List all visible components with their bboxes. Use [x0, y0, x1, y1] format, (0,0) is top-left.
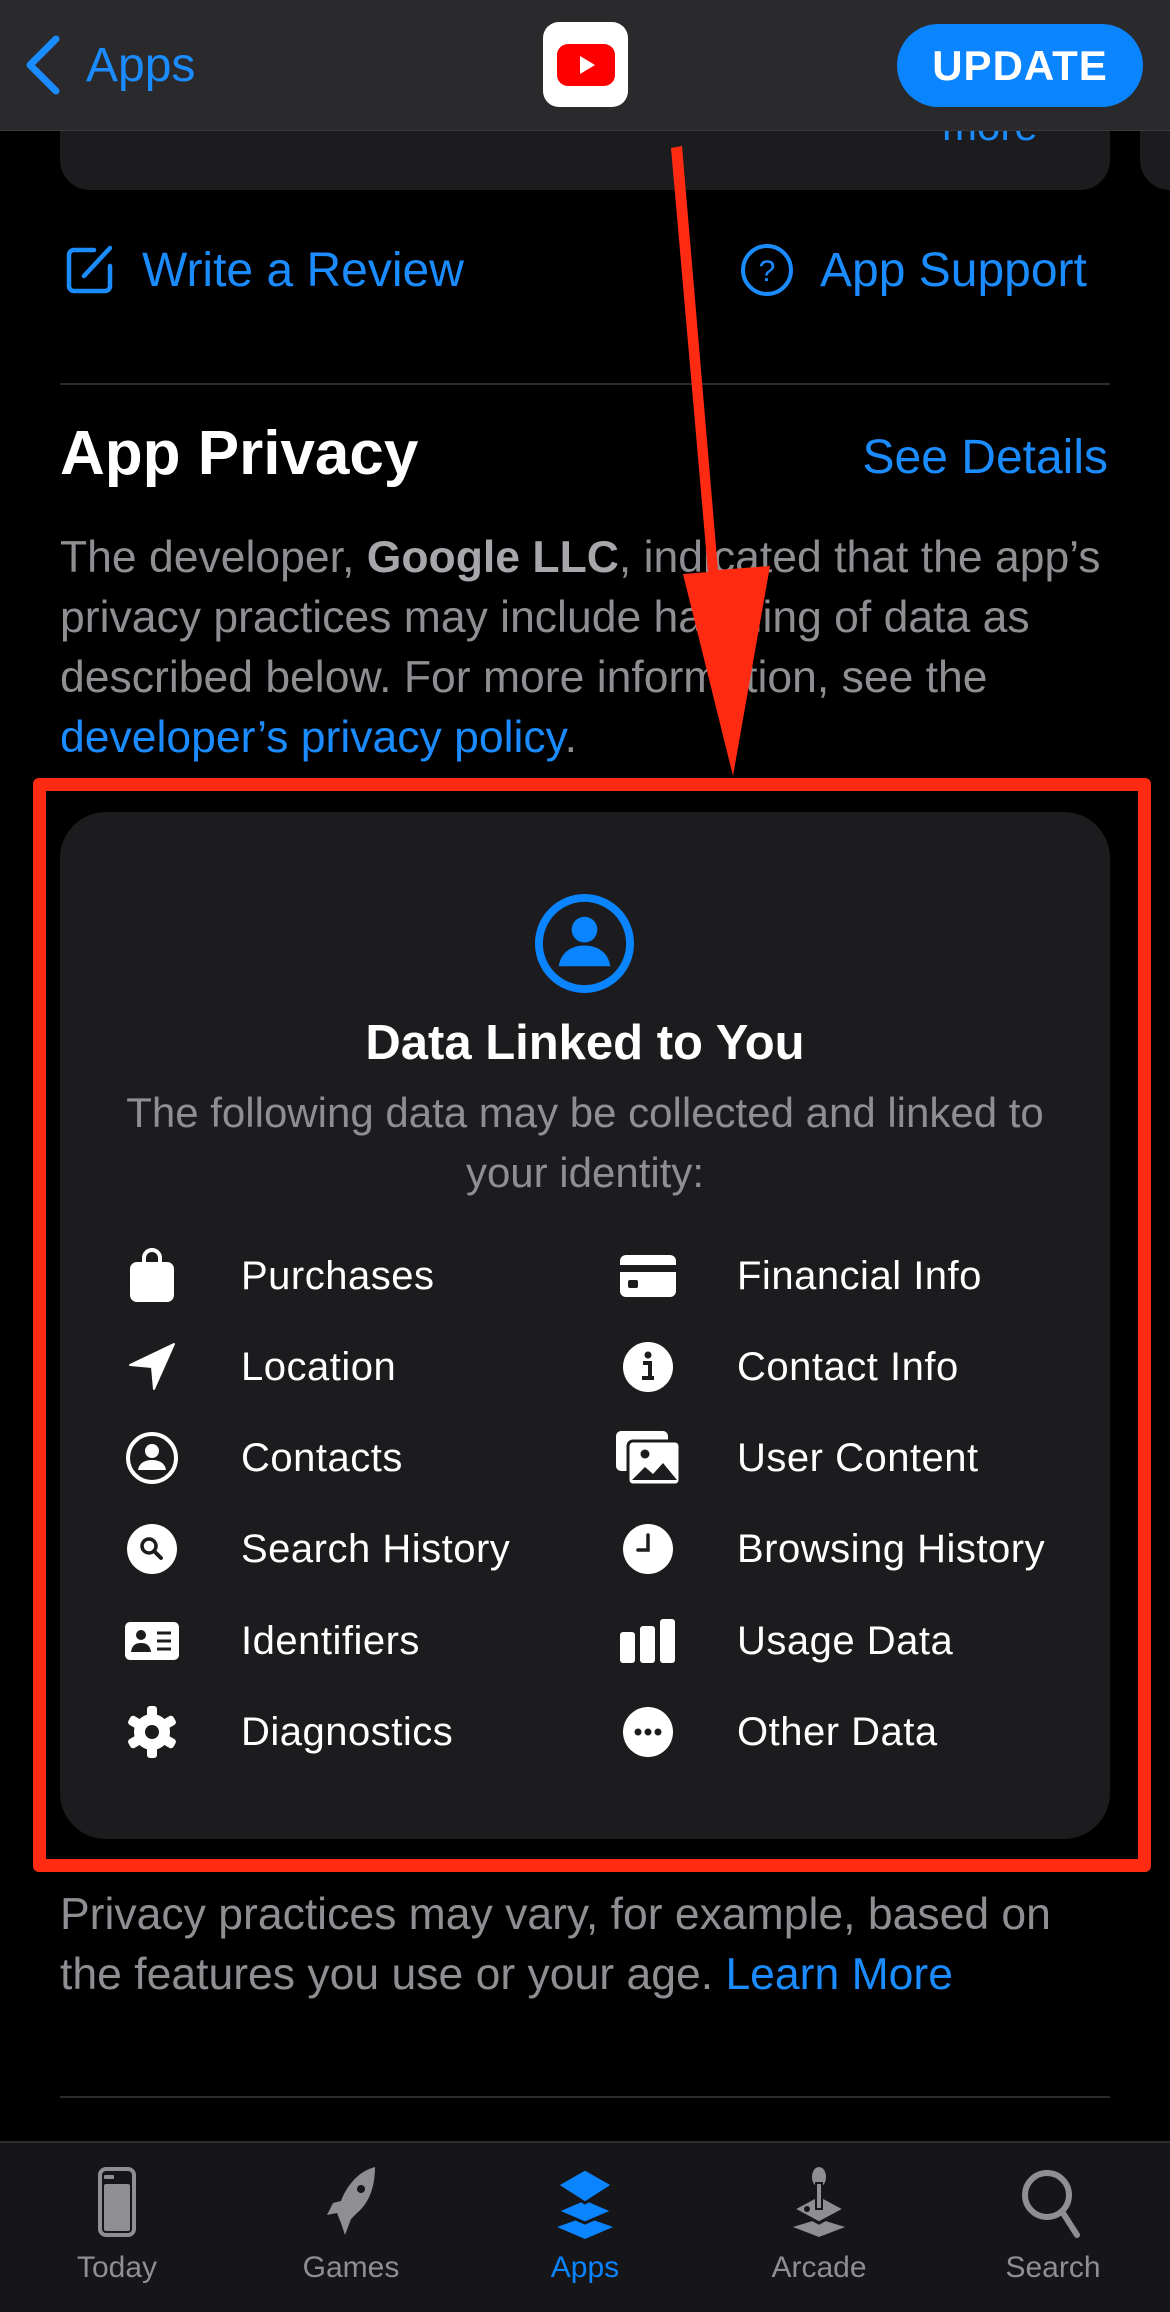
clock-icon	[623, 1524, 673, 1574]
data-item-identifiers: Identifiers	[119, 1606, 420, 1676]
learn-more-link[interactable]: Learn More	[725, 1950, 953, 1999]
data-item-contact-info: Contact Info	[615, 1332, 959, 1402]
bar-chart-icon	[620, 1619, 675, 1663]
data-item-location: Location	[119, 1332, 396, 1402]
section-divider	[60, 2096, 1110, 2098]
privacy-intro-text: The developer, Google LLC, indicated tha…	[60, 528, 1120, 768]
data-item-label: Search History	[241, 1526, 511, 1571]
app-support-label: App Support	[820, 243, 1087, 297]
intro-prefix: The developer,	[60, 533, 367, 582]
app-support-link[interactable]: ? App Support	[740, 238, 1087, 302]
privacy-footer-text: Privacy practices may vary, for example,…	[60, 1885, 1120, 2005]
data-item-label: Usage Data	[737, 1618, 954, 1663]
privacy-policy-link[interactable]: developer’s privacy policy	[60, 713, 565, 762]
chevron-left-icon	[26, 35, 60, 95]
tab-label: Search	[1005, 2251, 1101, 2284]
data-item-browsing-history: Browsing History	[615, 1514, 1045, 1584]
tab-apps[interactable]: Apps	[468, 2143, 702, 2312]
data-item-user-content: User Content	[615, 1423, 979, 1493]
tab-label: Apps	[550, 2251, 620, 2284]
shopping-bag-icon	[130, 1248, 174, 1302]
data-item-other-data: Other Data	[615, 1697, 938, 1767]
tab-bar: Today Games Apps Arcade Search	[0, 2141, 1170, 2312]
back-button[interactable]: Apps	[24, 30, 195, 100]
rocket-icon	[327, 2167, 375, 2235]
write-review-label: Write a Review	[142, 243, 464, 297]
search-icon	[1022, 2170, 1080, 2238]
card-title: Data Linked to You	[365, 1016, 805, 1070]
joystick-icon	[789, 2167, 849, 2237]
app-privacy-title: App Privacy	[60, 419, 419, 488]
question-circle-icon: ?	[741, 244, 793, 296]
data-item-purchases: Purchases	[119, 1241, 434, 1311]
back-button-label: Apps	[86, 38, 196, 92]
data-item-label: Browsing History	[737, 1526, 1046, 1571]
card-subtitle: The following data may be collected and …	[126, 1089, 1044, 1196]
data-item-label: Diagnostics	[241, 1709, 454, 1754]
data-item-label: Other Data	[737, 1709, 938, 1754]
data-item-label: Contacts	[241, 1435, 403, 1480]
apps-stack-icon	[553, 2167, 617, 2239]
top-navigation-bar: Apps UPDATE	[0, 0, 1170, 131]
tab-today[interactable]: Today	[0, 2143, 234, 2312]
write-review-link[interactable]: Write a Review	[64, 238, 464, 302]
data-item-label: Location	[241, 1344, 397, 1389]
person-circle-icon	[126, 1432, 178, 1484]
data-item-financial-info: Financial Info	[615, 1241, 982, 1311]
svg-text:?: ?	[759, 255, 776, 288]
info-circle-icon	[623, 1342, 673, 1392]
tab-label: Today	[76, 2251, 158, 2284]
tab-label: Games	[302, 2251, 400, 2284]
data-item-label: Contact Info	[737, 1344, 959, 1389]
data-item-label: Identifiers	[241, 1618, 420, 1663]
ellipsis-circle-icon	[623, 1707, 673, 1757]
section-divider	[60, 383, 1110, 385]
data-item-label: Purchases	[241, 1253, 435, 1298]
data-item-contacts: Contacts	[119, 1423, 403, 1493]
gear-icon	[128, 1706, 176, 1758]
data-item-label: User Content	[737, 1435, 979, 1480]
photos-icon	[616, 1431, 681, 1486]
data-item-search-history: Search History	[119, 1514, 510, 1584]
tab-games[interactable]: Games	[234, 2143, 468, 2312]
update-button[interactable]: UPDATE	[897, 24, 1143, 107]
intro-suffix: .	[564, 713, 577, 762]
youtube-app-icon	[543, 22, 628, 107]
data-item-label: Financial Info	[737, 1253, 982, 1298]
data-item-diagnostics: Diagnostics	[119, 1697, 453, 1767]
tab-arcade[interactable]: Arcade	[702, 2143, 936, 2312]
developer-name: Google LLC	[366, 533, 619, 582]
person-circle-icon	[534, 893, 635, 994]
search-circle-icon	[127, 1524, 177, 1574]
location-arrow-icon	[129, 1343, 175, 1390]
data-item-usage-data: Usage Data	[615, 1606, 953, 1676]
see-details-link[interactable]: See Details	[863, 430, 1108, 485]
tab-label: Arcade	[771, 2251, 867, 2284]
tab-search[interactable]: Search	[936, 2143, 1170, 2312]
credit-card-icon	[620, 1255, 676, 1297]
id-card-icon	[125, 1622, 179, 1660]
today-icon	[98, 2167, 136, 2237]
youtube-play-logo	[556, 43, 615, 86]
compose-icon	[66, 245, 113, 294]
